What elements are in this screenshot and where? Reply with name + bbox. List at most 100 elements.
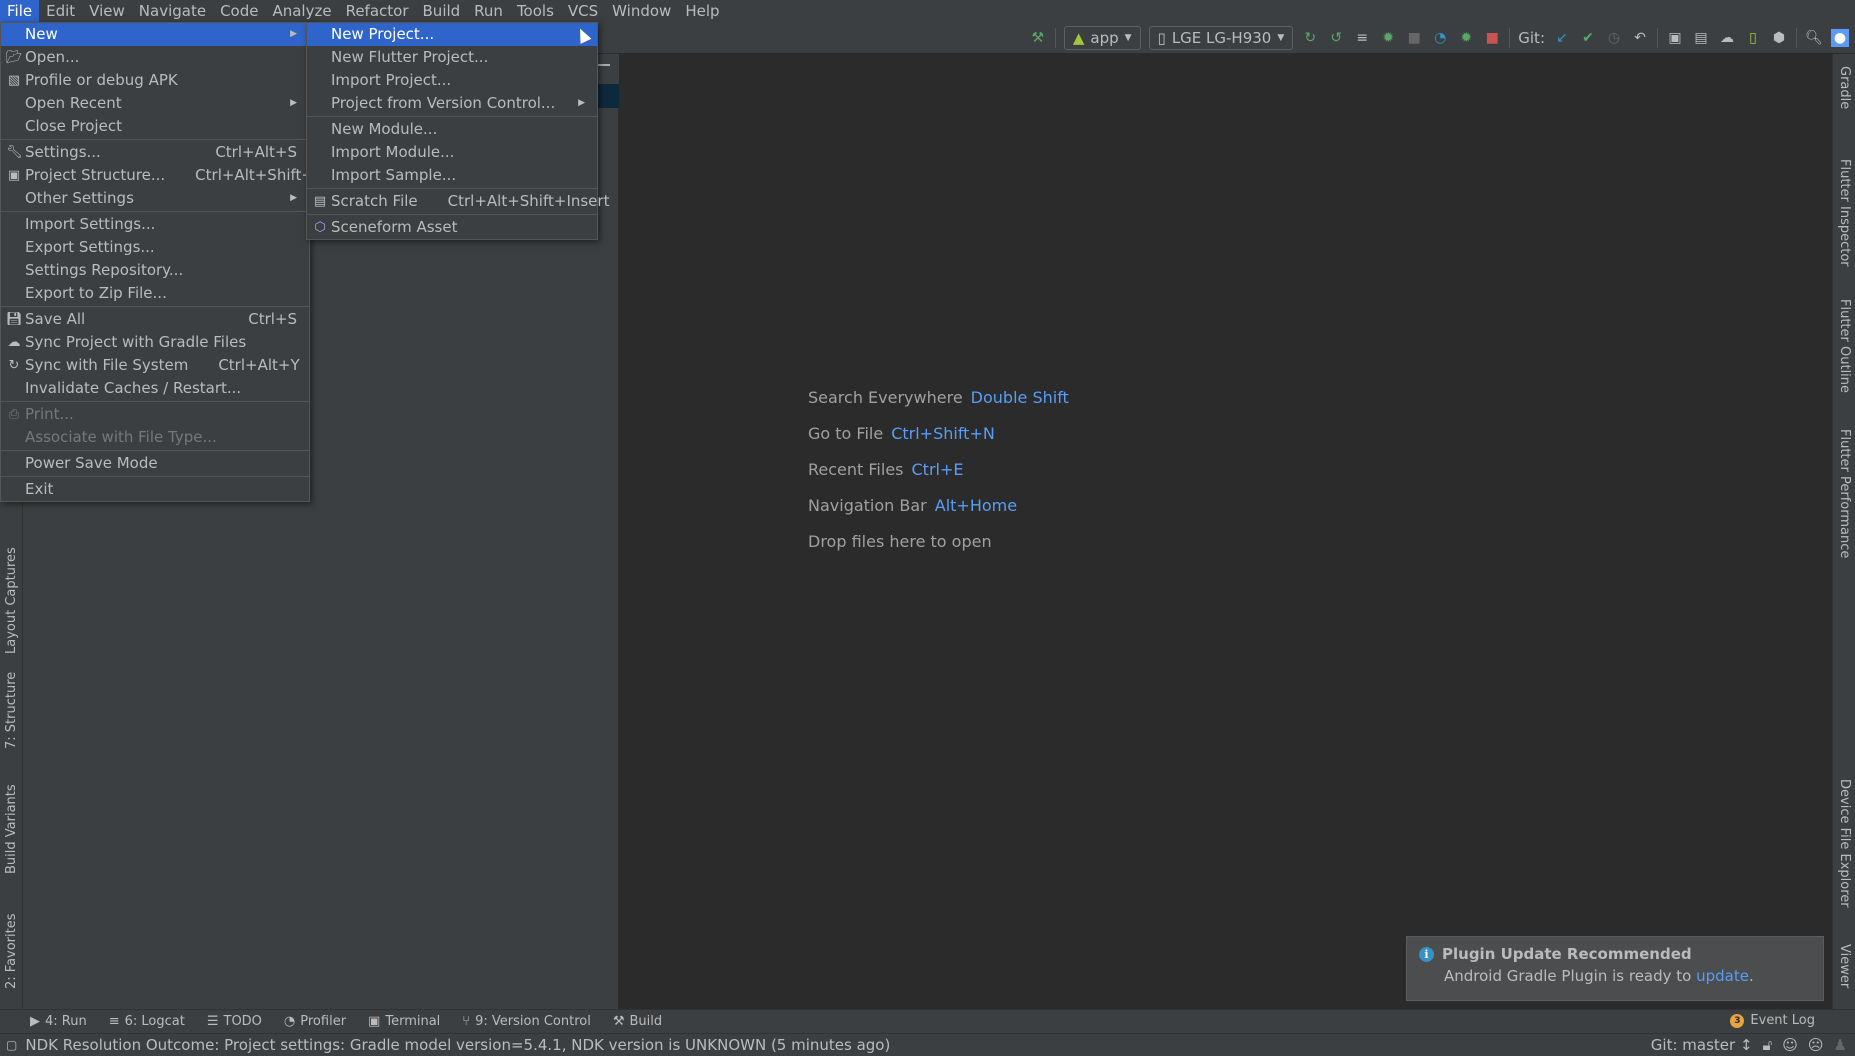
menu-item-label: New Project...: [331, 25, 435, 43]
menu-item-export-to-zip-file[interactable]: Export to Zip File...: [1, 282, 309, 305]
profiler-gauge-icon[interactable]: ◔: [1431, 29, 1449, 47]
menu-divider: [307, 214, 597, 215]
tool-tab-run[interactable]: ▶ 4: Run: [30, 1014, 87, 1029]
git-update-icon[interactable]: ↙: [1553, 29, 1571, 47]
menu-run[interactable]: Run: [467, 0, 510, 22]
tab-label: TODO: [223, 1014, 262, 1029]
sdk-manager-icon[interactable]: ▤: [1692, 29, 1710, 47]
menu-item-new-module[interactable]: New Module...: [307, 118, 597, 141]
git-branch-widget[interactable]: Git: master ↕: [1651, 1036, 1753, 1054]
menu-item-scratch-file[interactable]: ▤ Scratch File Ctrl+Alt+Shift+Insert: [307, 190, 610, 213]
menu-item-open-recent[interactable]: Open Recent ▶: [1, 92, 309, 115]
git-label: Git:: [1518, 29, 1545, 47]
minimize-icon[interactable]: [598, 64, 610, 66]
menu-help[interactable]: Help: [678, 0, 726, 22]
search-icon[interactable]: 🔍︎: [1805, 29, 1823, 47]
project-structure-icon[interactable]: ▣: [1666, 29, 1684, 47]
frown-icon[interactable]: ☹: [1808, 1036, 1824, 1054]
menu-item-exit[interactable]: Exit: [1, 478, 309, 501]
tool-tab-favorites[interactable]: 2: Favorites: [4, 913, 19, 989]
menu-item-import-settings[interactable]: Import Settings...: [1, 213, 309, 236]
menu-tools[interactable]: Tools: [510, 0, 561, 22]
stop-icon[interactable]: ■: [1483, 29, 1501, 47]
git-history-icon[interactable]: ◷: [1605, 29, 1623, 47]
update-link[interactable]: update: [1696, 967, 1749, 985]
menu-item-settings-repository[interactable]: Settings Repository...: [1, 259, 309, 282]
tool-tab-profiler[interactable]: ◔ Profiler: [284, 1014, 346, 1029]
menu-item-sync-with-file-system[interactable]: ↻ Sync with File System Ctrl+Alt+Y: [1, 354, 309, 377]
tool-tab-version-control[interactable]: ⑂ 9: Version Control: [462, 1014, 591, 1029]
tool-tab-viewer[interactable]: Viewer: [1837, 944, 1852, 988]
menu-item-sync-project-with-gradle-files[interactable]: ☁ Sync Project with Gradle Files: [1, 331, 309, 354]
menu-item-save-all[interactable]: 💾︎ Save All Ctrl+S: [1, 308, 309, 331]
menu-item-power-save-mode[interactable]: Power Save Mode: [1, 452, 309, 475]
event-log-button[interactable]: 3 Event Log: [1730, 1013, 1815, 1028]
menu-analyze[interactable]: Analyze: [265, 0, 338, 22]
tool-tab-structure[interactable]: 7: Structure: [4, 672, 19, 749]
menu-item-project-from-version-control[interactable]: Project from Version Control... ▶: [307, 92, 597, 115]
menu-code[interactable]: Code: [213, 0, 265, 22]
menu-build[interactable]: Build: [416, 0, 468, 22]
right-tool-strip: Gradle Flutter Inspector Flutter Outline…: [1832, 54, 1855, 1009]
menu-item-other-settings[interactable]: Other Settings ▶: [1, 187, 309, 210]
git-commit-icon[interactable]: ✔: [1579, 29, 1597, 47]
tool-tab-gradle[interactable]: Gradle: [1837, 66, 1852, 109]
menu-item-shortcut: Ctrl+Alt+Y: [218, 356, 300, 374]
sdk-download-icon[interactable]: ⬢: [1770, 29, 1788, 47]
menu-item-new-project[interactable]: New Project...: [307, 23, 597, 46]
menu-window[interactable]: Window: [605, 0, 678, 22]
menu-item-close-project[interactable]: Close Project: [1, 115, 309, 138]
avd-manager-icon[interactable]: ▯: [1744, 29, 1762, 47]
menu-item-label: Import Module...: [331, 143, 455, 161]
menu-item-import-sample[interactable]: Import Sample...: [307, 164, 597, 187]
menu-item-new-flutter-project[interactable]: New Flutter Project...: [307, 46, 597, 69]
menu-file[interactable]: File: [0, 0, 40, 22]
hammer-icon[interactable]: ⚒: [1029, 29, 1047, 47]
menu-item-import-project[interactable]: Import Project...: [307, 69, 597, 92]
menu-item-label: Export Settings...: [25, 238, 155, 256]
apply-code-changes-icon[interactable]: ↺: [1327, 29, 1345, 47]
menu-item-sceneform-asset[interactable]: ⬡ Sceneform Asset: [307, 216, 597, 239]
tool-tab-todo[interactable]: ☰ TODO: [207, 1014, 262, 1029]
coverage-icon[interactable]: ≡: [1353, 29, 1371, 47]
menu-navigate[interactable]: Navigate: [132, 0, 213, 22]
smile-icon[interactable]: ☺: [1782, 1036, 1798, 1054]
menu-view[interactable]: View: [82, 0, 132, 22]
status-message[interactable]: NDK Resolution Outcome: Project settings…: [25, 1036, 890, 1054]
tool-tab-build-variants[interactable]: Build Variants: [4, 784, 19, 874]
gradle-sync-icon[interactable]: ☁: [1718, 29, 1736, 47]
tool-tab-build[interactable]: ⚒ Build: [613, 1014, 662, 1029]
menu-item-invalidate-caches-restart[interactable]: Invalidate Caches / Restart...: [1, 377, 309, 400]
attach-debugger-icon[interactable]: ✹: [1457, 29, 1475, 47]
debug-icon[interactable]: ✹: [1379, 29, 1397, 47]
tool-tab-flutter-performance[interactable]: Flutter Performance: [1837, 429, 1852, 558]
menu-item-project-structure[interactable]: ▣ Project Structure... Ctrl+Alt+Shift+S: [1, 164, 324, 187]
tool-tab-layout-captures[interactable]: Layout Captures: [4, 547, 19, 654]
inspector-icon[interactable]: ♟: [1834, 1036, 1847, 1054]
avatar-icon[interactable]: ●: [1831, 29, 1849, 47]
menu-item-settings[interactable]: 🔧︎ Settings... Ctrl+Alt+S: [1, 141, 309, 164]
tool-tab-logcat[interactable]: ≡ 6: Logcat: [109, 1014, 185, 1029]
tool-tab-device-file-explorer[interactable]: Device File Explorer: [1837, 779, 1852, 908]
menu-item-new[interactable]: New ▶: [1, 23, 309, 46]
menu-item-export-settings[interactable]: Export Settings...: [1, 236, 309, 259]
menu-edit[interactable]: Edit: [39, 0, 82, 22]
toggle-tool-windows-icon[interactable]: ▢: [6, 1038, 17, 1052]
menu-item-open[interactable]: 📂︎ Open...: [1, 46, 309, 69]
git-revert-icon[interactable]: ↶: [1631, 29, 1649, 47]
tool-tab-terminal[interactable]: ▣ Terminal: [368, 1014, 440, 1029]
device-select[interactable]: ▯ LGE LG-H930 ▼: [1148, 26, 1294, 50]
lock-icon[interactable]: 🔓︎: [1763, 1036, 1773, 1054]
tool-tab-flutter-outline[interactable]: Flutter Outline: [1837, 299, 1852, 393]
menu-vcs[interactable]: VCS: [561, 0, 605, 22]
menu-refactor[interactable]: Refactor: [339, 0, 416, 22]
notification-title: Plugin Update Recommended: [1442, 945, 1692, 963]
apply-changes-icon[interactable]: ↻: [1301, 29, 1319, 47]
tool-tab-flutter-inspector[interactable]: Flutter Inspector: [1837, 159, 1852, 267]
hint-row: Drop files here to open: [808, 524, 1069, 560]
menu-item-import-module[interactable]: Import Module...: [307, 141, 597, 164]
profile-icon[interactable]: ■: [1405, 29, 1423, 47]
list-icon: ☰: [206, 1014, 219, 1029]
menu-item-profile-or-debug-apk[interactable]: ▧ Profile or debug APK: [1, 69, 309, 92]
run-config-select[interactable]: ▲ app ▼: [1063, 26, 1141, 50]
